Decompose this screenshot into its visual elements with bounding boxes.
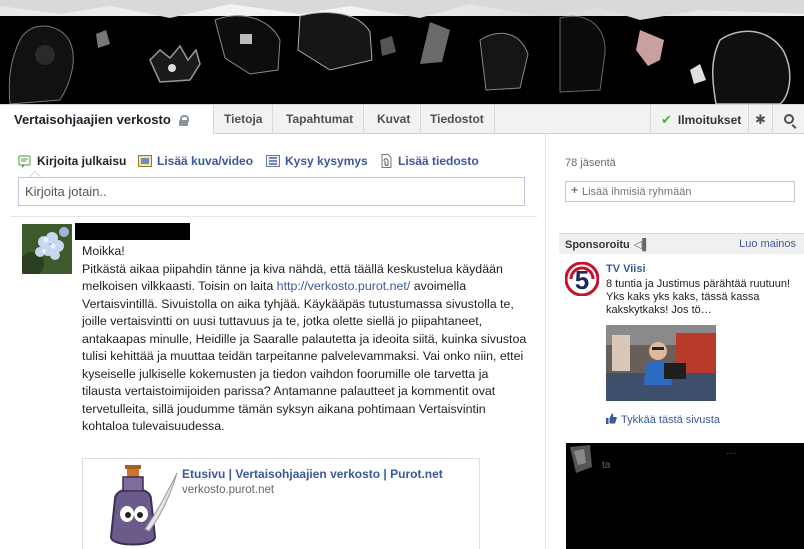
add-file-label: Lisää tiedosto [398, 154, 479, 168]
ad-title[interactable]: TV Viisi [606, 263, 646, 275]
thumbs-up-icon [606, 413, 617, 424]
shared-link-url: verkosto.purot.net [182, 484, 275, 496]
post-message: Moikka! Pitkästä aikaa piipahdin tänne j… [82, 243, 528, 436]
plus-icon: + [571, 183, 579, 197]
question-list-icon [266, 155, 280, 167]
like-page-button[interactable]: Tykkää tästä sivusta [606, 413, 720, 426]
cover-photo [0, 0, 804, 104]
group-name-label: Vertaisohjaajien verkosto [14, 112, 171, 127]
composer-divider [10, 216, 537, 217]
group-tab-bar: Vertaisohjaajien verkosto Tietoja Tapaht… [0, 104, 804, 134]
ask-question-button[interactable]: Kysy kysymys [266, 152, 368, 170]
post-text: Pitkästä aikaa piipahdin tänne ja kiva n… [82, 261, 528, 436]
file-icon [381, 154, 392, 168]
tab-files-label: Tiedostot [430, 112, 484, 126]
dark-ad-photo [566, 443, 804, 549]
shared-link-preview[interactable]: Etusivu | Vertaisohjaajien verkosto | Pu… [82, 458, 480, 549]
add-people-input[interactable] [565, 181, 795, 202]
lock-icon [178, 115, 189, 126]
tab-photos-label: Kuvat [377, 112, 411, 126]
avatar[interactable] [22, 224, 72, 274]
tab-events[interactable]: Tapahtumat [276, 105, 365, 134]
shared-link-title[interactable]: Etusivu | Vertaisohjaajien verkosto | Pu… [182, 467, 443, 481]
add-photo-video-label: Lisää kuva/video [157, 154, 254, 168]
search-button[interactable] [772, 105, 804, 134]
tab-photos[interactable]: Kuvat [367, 105, 422, 134]
post-author-redacted [75, 223, 190, 240]
second-ad-text: ta [602, 460, 611, 471]
second-ad-image[interactable]: ta .... [566, 443, 804, 549]
cover-silhouettes [0, 0, 804, 104]
pencil-icon [18, 155, 31, 168]
tab-about[interactable]: Tietoja [214, 105, 274, 134]
sponsored-header: Sponsoroitu ◁▌ Luo mainos [559, 233, 804, 254]
sponsored-label: Sponsoroitu ◁▌ [565, 238, 650, 251]
ink-bottle-quill-image [89, 459, 181, 549]
tab-events-label: Tapahtumat [286, 112, 354, 126]
post-greeting: Moikka! [82, 244, 125, 258]
search-icon [783, 114, 794, 124]
second-ad-caption: .... [726, 446, 738, 457]
add-photo-video-button[interactable]: Lisää kuva/video [138, 152, 253, 170]
write-post-button[interactable]: Kirjoita julkaisu [18, 152, 126, 170]
tab-about-label: Tietoja [224, 112, 263, 126]
column-divider [545, 134, 546, 549]
tv-viisi-logo[interactable]: 5 [565, 262, 599, 296]
tab-group-name[interactable]: Vertaisohjaajien verkosto [0, 105, 214, 134]
add-file-button[interactable]: Lisää tiedosto [379, 152, 479, 170]
photo-icon [138, 155, 152, 167]
member-count[interactable]: 78 jäsentä [565, 157, 616, 169]
ad-image[interactable] [606, 325, 716, 401]
composer-input[interactable] [18, 177, 525, 206]
settings-button[interactable]: ✱ [748, 105, 772, 134]
gear-icon: ✱ [755, 112, 766, 127]
tab-files[interactable]: Tiedostot [420, 105, 495, 134]
notifications-label: Ilmoitukset [677, 113, 742, 127]
cashier-photo [606, 325, 716, 401]
create-ad-link[interactable]: Luo mainos [739, 238, 796, 250]
notifications-button[interactable]: ✔ Ilmoitukset [650, 105, 748, 134]
write-post-label: Kirjoita julkaisu [37, 154, 127, 168]
logo-number: 5 [575, 265, 589, 295]
sponsored-text: Sponsoroitu [565, 239, 630, 251]
check-icon: ✔ [661, 112, 672, 127]
ad-text[interactable]: 8 tuntia ja Justimus pärähtää ruutuun! Y… [606, 278, 802, 317]
post-link[interactable]: http://verkosto.purot.net/ [277, 279, 411, 293]
like-page-label: Tykkää tästä sivusta [621, 414, 721, 426]
ask-question-label: Kysy kysymys [285, 154, 368, 168]
post-text-end: avoimella Vertaisvintillä. Sivuistolla o… [82, 279, 527, 433]
hydrangea-photo [22, 224, 72, 274]
megaphone-icon: ◁▌ [633, 239, 651, 251]
